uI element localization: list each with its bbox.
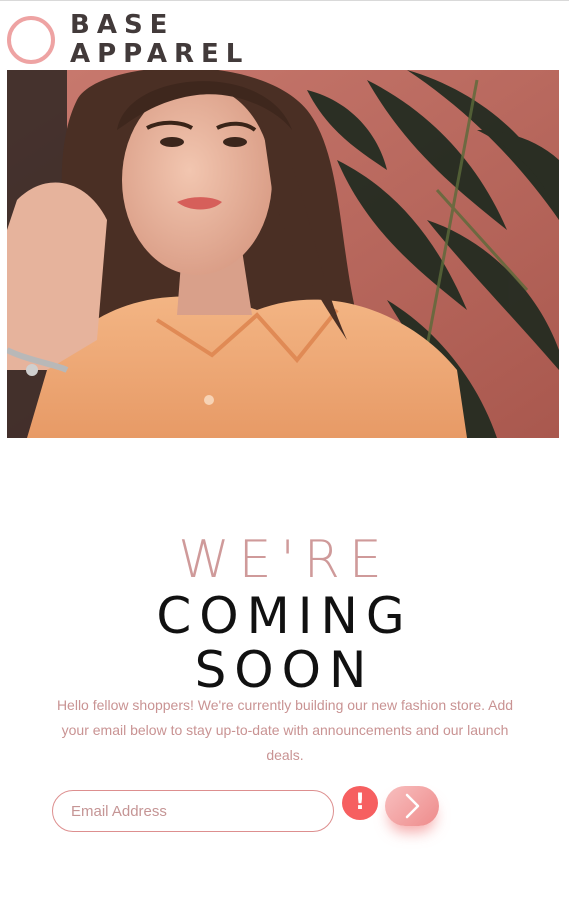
submit-button[interactable] (385, 786, 439, 826)
logo-circle-icon (7, 16, 55, 64)
email-signup-form: ! (52, 786, 452, 846)
headline-line-2: COMING (156, 587, 413, 646)
chevron-right-icon (405, 793, 420, 819)
intro-paragraph: Hello fellow shoppers! We're currently b… (56, 697, 514, 763)
email-input[interactable] (52, 790, 334, 832)
top-border (0, 0, 569, 1)
brand-line-2: APPAREL (70, 39, 250, 69)
headline: WE'RE COMING SOON (0, 531, 569, 697)
hero-image (7, 70, 559, 438)
headline-line-3: SOON (194, 641, 375, 700)
headline-line-1: WE'RE (178, 530, 391, 591)
brand-wordmark: BASE APPAREL (70, 11, 249, 69)
brand-line-1: BASE (70, 10, 175, 40)
error-icon: ! (342, 786, 378, 820)
